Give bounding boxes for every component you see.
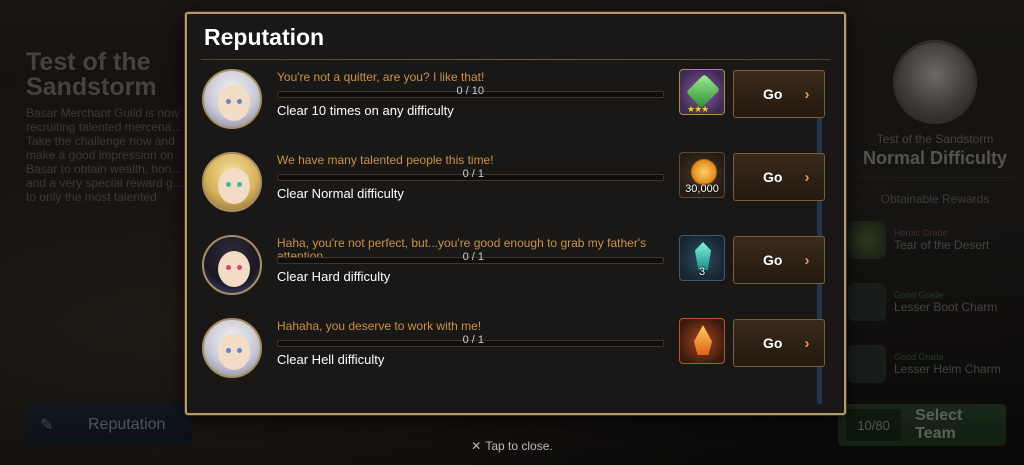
npc-avatar xyxy=(202,318,262,378)
progress-text: 0 / 10 xyxy=(456,85,484,97)
green-gem-icon xyxy=(686,74,720,108)
chevron-right-icon: › xyxy=(804,334,810,352)
modal-title: Reputation xyxy=(204,24,325,50)
gold-coin-icon xyxy=(691,159,717,185)
quest-reward[interactable]: ★★★ xyxy=(679,69,725,115)
chevron-right-icon: › xyxy=(804,168,810,186)
quest-row: You're not a quitter, are you? I like th… xyxy=(187,66,827,149)
quest-condition: Clear Hard difficulty xyxy=(277,269,391,284)
npc-quote: Hahaha, you deserve to work with me! xyxy=(277,319,482,333)
quest-condition: Clear Hell difficulty xyxy=(277,352,385,367)
go-button[interactable]: Go › xyxy=(733,319,825,367)
quest-reward[interactable]: 30,000 xyxy=(679,152,725,198)
close-hint-label: Tap to close. xyxy=(485,439,553,453)
npc-quote: You're not a quitter, are you? I like th… xyxy=(277,70,485,84)
quest-condition: Clear Normal difficulty xyxy=(277,186,404,201)
progress-text: 0 / 1 xyxy=(462,334,484,346)
quest-list: You're not a quitter, are you? I like th… xyxy=(187,66,827,398)
quest-row: Haha, you're not perfect, but...you're g… xyxy=(187,232,827,315)
reward-quantity: 3 xyxy=(698,266,706,278)
go-label: Go xyxy=(763,169,783,185)
close-hint[interactable]: ✕ Tap to close. xyxy=(0,439,1024,453)
flame-charm-icon xyxy=(694,325,712,355)
progress-text: 0 / 1 xyxy=(462,168,484,180)
npc-avatar xyxy=(202,152,262,212)
quest-reward[interactable]: 3 xyxy=(679,235,725,281)
npc-avatar xyxy=(202,69,262,129)
quest-row: We have many talented people this time! … xyxy=(187,149,827,232)
chevron-right-icon: › xyxy=(804,251,810,269)
quest-reward[interactable] xyxy=(679,318,725,364)
reward-stars: ★★★ xyxy=(687,104,709,114)
reward-quantity: 30,000 xyxy=(685,183,719,195)
go-label: Go xyxy=(763,86,783,102)
quest-condition: Clear 10 times on any difficulty xyxy=(277,103,454,118)
npc-avatar xyxy=(202,235,262,295)
go-label: Go xyxy=(763,335,783,351)
go-button[interactable]: Go › xyxy=(733,153,825,201)
go-label: Go xyxy=(763,252,783,268)
title-divider xyxy=(201,59,830,60)
close-icon: ✕ xyxy=(471,439,482,453)
reputation-modal: Reputation You're not a quitter, are you… xyxy=(185,12,846,415)
progress-text: 0 / 1 xyxy=(462,251,484,263)
chevron-right-icon: › xyxy=(804,85,810,103)
npc-quote: We have many talented people this time! xyxy=(277,153,494,167)
go-button[interactable]: Go › xyxy=(733,70,825,118)
quest-row: Hahaha, you deserve to work with me! 0 /… xyxy=(187,315,827,398)
go-button[interactable]: Go › xyxy=(733,236,825,284)
